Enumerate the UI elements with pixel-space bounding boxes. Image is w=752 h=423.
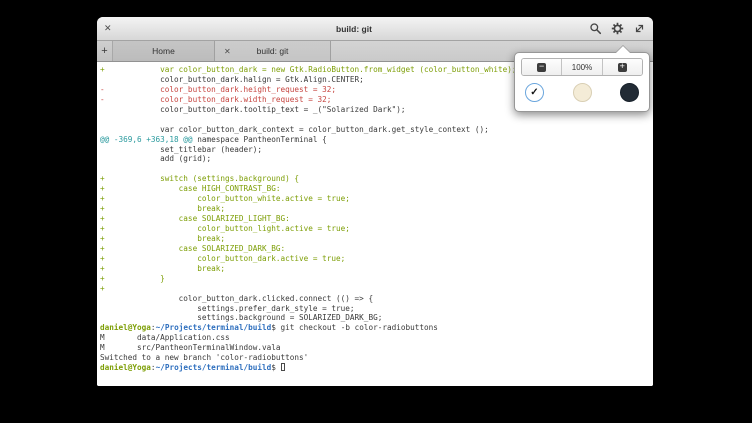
titlebar-actions [589,22,646,35]
terminal-line: + case SOLARIZED_LIGHT_BG: [100,214,653,224]
zoom-in-icon: + [618,63,627,72]
terminal-line: + break; [100,204,653,214]
theme-swatch-solarized-dark[interactable] [620,83,639,102]
window-title: build: git [119,24,589,34]
gear-icon[interactable] [611,22,624,35]
settings-popover: − 100% + ✓ [514,52,650,112]
terminal-line: + color_button_light.active = true; [100,224,653,234]
new-tab-button[interactable]: + [97,41,113,61]
theme-swatch-high-contrast[interactable]: ✓ [525,83,544,102]
tab-close-icon[interactable]: ✕ [224,41,231,61]
tab-build-git[interactable]: ✕ build: git [215,41,331,61]
check-icon: ✓ [530,88,538,98]
terminal-line: set_titlebar (header); [100,145,653,155]
terminal-line: + switch (settings.background) { [100,174,653,184]
terminal-line: daniel@Yoga:~/Projects/terminal/build$ [100,363,653,373]
theme-swatches: ✓ [515,76,649,102]
tab-home[interactable]: Home [113,41,215,61]
titlebar[interactable]: ✕ build: git [97,17,653,41]
zoom-control: − 100% + [521,58,643,76]
terminal-line: + color_button_white.active = true; [100,194,653,204]
terminal-line [100,115,653,125]
search-icon[interactable] [589,22,602,35]
window-close-icon[interactable]: ✕ [104,17,119,40]
tab-build-git-label: build: git [257,46,289,56]
terminal-line: + } [100,274,653,284]
terminal-line: M src/PantheonTerminalWindow.vala [100,343,653,353]
fullscreen-icon[interactable] [633,22,646,35]
terminal-line: + break; [100,264,653,274]
zoom-in-button[interactable]: + [602,59,642,75]
terminal-line: M data/Application.css [100,333,653,343]
terminal-line: settings.background = SOLARIZED_DARK_BG; [100,313,653,323]
terminal-line: color_button_dark.clicked.connect (() =>… [100,294,653,304]
terminal-line: + break; [100,234,653,244]
terminal-line: settings.prefer_dark_style = true; [100,304,653,314]
terminal-line [100,164,653,174]
terminal-line: Switched to a new branch 'color-radiobut… [100,353,653,363]
terminal-line: add (grid); [100,154,653,164]
terminal-line: + [100,284,653,294]
zoom-level[interactable]: 100% [561,59,601,75]
terminal-line: + case SOLARIZED_DARK_BG: [100,244,653,254]
tab-home-label: Home [152,46,175,56]
theme-swatch-solarized-light[interactable] [573,83,592,102]
terminal-cursor [281,363,285,371]
zoom-out-icon: − [537,63,546,72]
desktop: { "window": { "title": "build: git" }, "… [0,0,752,423]
terminal-line: + case HIGH_CONTRAST_BG: [100,184,653,194]
terminal-line: @@ -369,6 +363,18 @@ namespace PantheonT… [100,135,653,145]
terminal-line: var color_button_dark_context = color_bu… [100,125,653,135]
zoom-out-button[interactable]: − [522,59,561,75]
terminal-line: daniel@Yoga:~/Projects/terminal/build$ g… [100,323,653,333]
terminal-line: + color_button_dark.active = true; [100,254,653,264]
